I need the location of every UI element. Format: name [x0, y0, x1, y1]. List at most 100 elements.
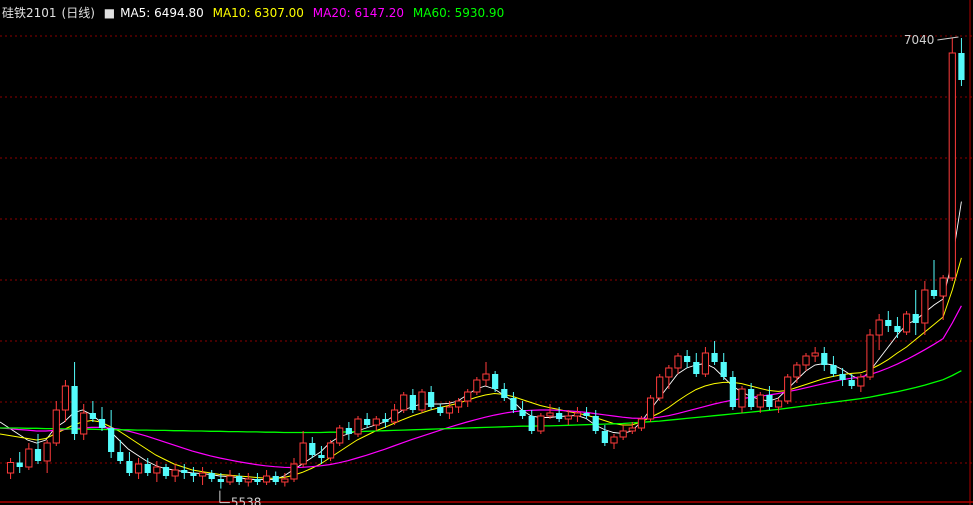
candle-body-up: [354, 418, 362, 435]
ma60-legend: MA60: 5930.90: [412, 6, 505, 20]
candle-body-up: [793, 364, 801, 378]
candle-body-down: [117, 452, 124, 461]
ma20-line: [0, 305, 962, 469]
candle-body-up: [61, 385, 70, 411]
candle-body-up: [52, 409, 60, 444]
candle-body-down: [894, 326, 901, 332]
ma20-legend: MA20: 6147.20: [312, 6, 405, 20]
candle-body-down: [693, 362, 700, 374]
candle-body-down: [437, 407, 444, 413]
candle-body-up: [784, 376, 792, 402]
candle-body-up: [811, 352, 819, 357]
ma10-line: [0, 257, 962, 479]
candle-body-up: [948, 52, 956, 279]
candle-body-down: [492, 374, 499, 389]
candle-body-up: [619, 430, 627, 438]
candle-body-up: [244, 478, 252, 483]
candle-body-down: [583, 413, 590, 416]
candle-body-down: [309, 443, 316, 455]
candle-body-up: [866, 334, 874, 378]
candle-body-up: [262, 475, 271, 483]
candle-body-up: [290, 463, 298, 480]
candle-body-down: [528, 416, 535, 431]
candle-body-down: [519, 410, 526, 416]
candle-body-up: [372, 418, 380, 426]
candle-body-down: [848, 380, 855, 386]
candle-body-up: [701, 352, 710, 375]
candle-body-down: [510, 398, 517, 410]
candle-body-down: [71, 386, 78, 434]
candle-body-up: [774, 400, 783, 408]
candle-body-up: [390, 409, 399, 423]
candle-body-up: [573, 412, 582, 417]
ma5-legend: MA5: 6494.80: [120, 6, 204, 20]
candle-body-up: [134, 463, 143, 474]
candle-body-up: [464, 391, 472, 402]
candle-body-down: [821, 353, 828, 365]
candle-body-up: [610, 436, 618, 444]
candle-body-down: [930, 290, 938, 296]
price-annotations: 7040 5538: [219, 33, 959, 505]
candle-body-up: [546, 412, 554, 417]
candle-body-up: [336, 427, 344, 444]
candle-body-down: [684, 356, 691, 362]
candle-body-up: [646, 397, 655, 420]
ma-legend-marker: ■: [103, 6, 116, 20]
candle-body-down: [144, 464, 151, 473]
candle-body-up: [326, 442, 335, 459]
candle-body-down: [208, 473, 215, 479]
candle-body-down: [364, 419, 371, 425]
grid-lines: [0, 35, 973, 464]
chart-legend: 硅铁2101 (日线) ■ MA5: 6494.80 MA10: 6307.00 M…: [2, 4, 509, 21]
high-label: 7040: [904, 33, 935, 47]
candle-body-down: [236, 476, 243, 482]
candle-body-up: [473, 379, 481, 393]
ma10-legend: MA10: 6307.00: [212, 6, 304, 20]
candle-body-down: [766, 395, 773, 407]
candle-body-down: [272, 476, 279, 482]
candle-body-up: [299, 442, 307, 465]
candle-body-up: [153, 466, 161, 474]
candle-body-up: [656, 376, 664, 399]
candle-body-down: [748, 389, 755, 407]
candle-body-down: [720, 362, 727, 377]
low-label: 5538: [231, 496, 262, 505]
candle-body-down: [830, 365, 837, 374]
candle-body-up: [281, 478, 289, 483]
candle-body-up: [628, 427, 636, 432]
candle-body-down: [556, 413, 563, 419]
candle-body-up: [537, 415, 545, 432]
candle-body-up: [418, 391, 426, 411]
candle-body-up: [756, 394, 764, 408]
candle-body-down: [885, 320, 892, 326]
candle-body-down: [181, 470, 188, 473]
candle-body-up: [921, 289, 929, 324]
candle-body-up: [875, 319, 883, 336]
candle-body-down: [126, 461, 133, 473]
candle-body-up: [665, 367, 673, 378]
candle-body-down: [428, 392, 435, 407]
high-marker-line: [937, 36, 959, 41]
candle-body-down: [98, 419, 106, 428]
candle-body-up: [939, 277, 947, 297]
candle-body-down: [34, 449, 42, 461]
period-label: (日线): [61, 6, 95, 20]
candle-body-up: [857, 376, 865, 387]
candle-body-up: [445, 406, 454, 414]
candle-body-up: [674, 355, 682, 369]
candle-body-down: [89, 413, 96, 419]
candle-body-up: [171, 469, 179, 477]
candle-body-up: [454, 400, 463, 408]
symbol-label: 硅铁2101: [2, 6, 57, 20]
candle-body-down: [254, 479, 261, 482]
candle-body-down: [190, 473, 197, 476]
candle-body-down: [601, 431, 608, 443]
candles: [6, 38, 965, 489]
candle-body-up: [482, 373, 490, 381]
candle-body-down: [217, 479, 224, 482]
candle-body-down: [592, 416, 599, 431]
candle-body-down: [501, 389, 508, 398]
candle-body-up: [400, 394, 408, 411]
candle-body-up: [902, 313, 911, 333]
candle-body-down: [409, 395, 416, 410]
